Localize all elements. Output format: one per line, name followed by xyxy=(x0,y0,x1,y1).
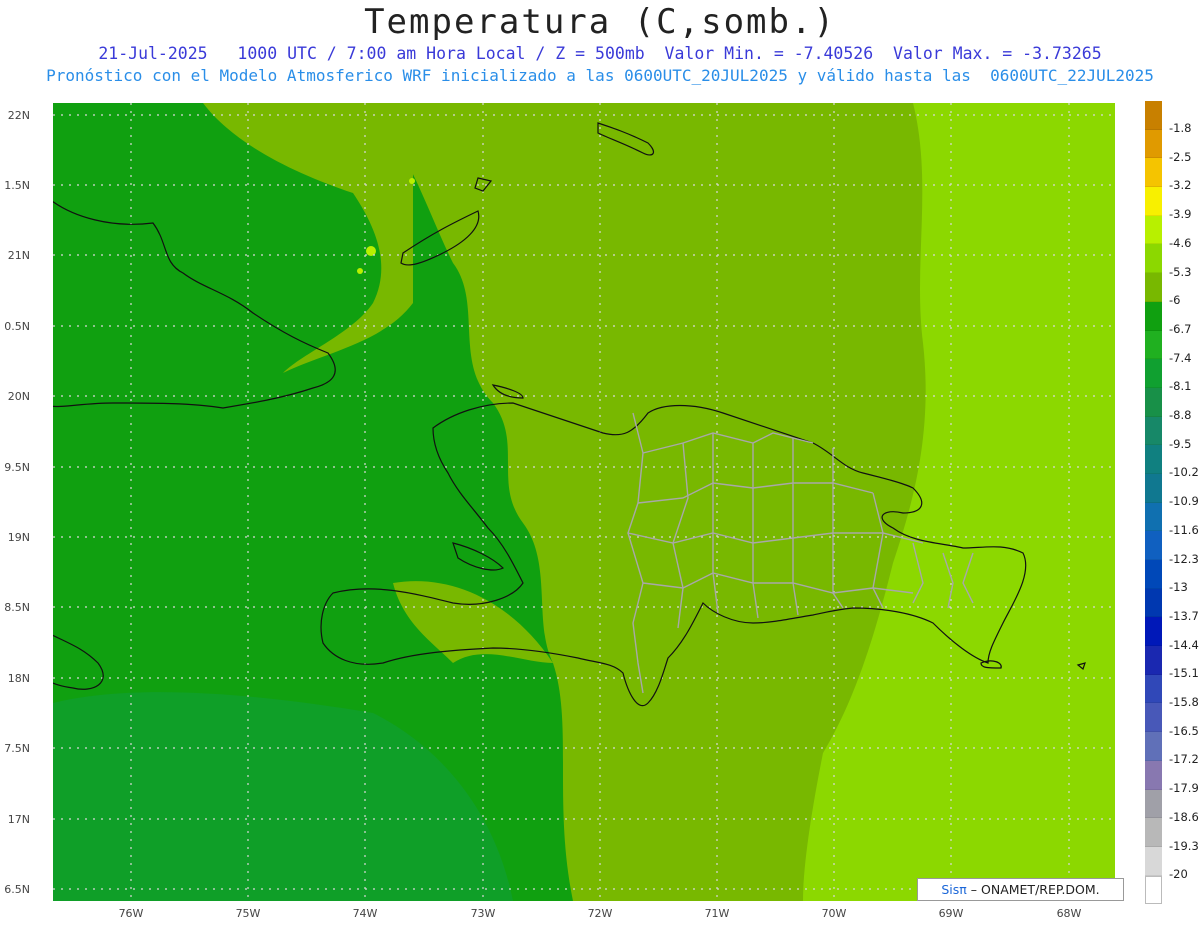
color-scale-swatch xyxy=(1145,818,1162,847)
color-scale-label: -13 xyxy=(1169,580,1188,595)
latitude-tick-label: 21N xyxy=(7,249,30,262)
map-title: Temperatura (C,somb.) xyxy=(364,2,836,42)
color-scale-label: -4.6 xyxy=(1169,235,1192,250)
color-scale-label: -9.5 xyxy=(1169,436,1192,451)
color-scale-label: -12.3 xyxy=(1169,551,1199,566)
model-info-line: Pronóstico con el Modelo Atmosferico WRF… xyxy=(46,66,1154,85)
map-canvas xyxy=(53,103,1115,901)
color-scale-swatch xyxy=(1145,101,1162,130)
color-scale-label: -17.2 xyxy=(1169,752,1199,767)
color-scale-swatch xyxy=(1145,416,1162,446)
warm-spot xyxy=(409,178,415,184)
color-scale-swatch xyxy=(1145,129,1162,159)
longitude-tick-label: 72W xyxy=(587,907,613,920)
color-scale-label: -7.4 xyxy=(1169,350,1192,365)
color-scale-swatch xyxy=(1145,359,1162,388)
color-scale-label: -10.9 xyxy=(1169,494,1199,509)
color-scale-label: -14.4 xyxy=(1169,637,1199,652)
credit-box: Sisπ – ONAMET/REP.DOM. xyxy=(917,878,1124,901)
color-scale-swatch xyxy=(1145,846,1162,876)
latitude-tick-label: 6.5N xyxy=(4,883,30,896)
color-scale-label: -1.8 xyxy=(1169,121,1192,135)
color-scale-swatch xyxy=(1145,531,1162,560)
longitude-tick-label: 70W xyxy=(821,907,847,920)
color-scale-label: -16.5 xyxy=(1169,723,1199,738)
color-scale-swatch xyxy=(1145,617,1162,647)
color-scale-swatch xyxy=(1145,387,1162,417)
forecast-info-line: 21-Jul-2025 1000 UTC / 7:00 am Hora Loca… xyxy=(98,44,1102,63)
color-scale-swatch xyxy=(1145,445,1162,474)
latitude-tick-label: 7.5N xyxy=(4,742,30,755)
color-scale-label: -8.8 xyxy=(1169,408,1192,422)
color-scale-swatch xyxy=(1145,215,1162,245)
color-scale-label: -15.1 xyxy=(1169,666,1199,681)
color-scale-swatch xyxy=(1145,301,1162,331)
color-scale-swatch xyxy=(1145,646,1162,675)
color-scale-label: -17.9 xyxy=(1169,781,1199,796)
color-scale-label: -20 xyxy=(1169,867,1188,882)
latitude-tick-label: 8.5N xyxy=(4,601,30,614)
longitude-tick-label: 76W xyxy=(118,907,144,920)
color-scale-label: -13.7 xyxy=(1169,608,1199,623)
longitude-tick-label: 73W xyxy=(470,907,496,920)
longitude-tick-label: 69W xyxy=(938,907,964,920)
latitude-tick-label: 9.5N xyxy=(4,461,30,474)
color-scale-swatch xyxy=(1145,273,1162,302)
longitude-tick-label: 68W xyxy=(1056,907,1082,920)
color-scale-swatch xyxy=(1145,473,1162,503)
color-scale-label: -2.5 xyxy=(1169,149,1192,164)
color-scale-swatch xyxy=(1145,875,1162,905)
color-scale-swatch xyxy=(1145,732,1162,761)
latitude-tick-label: 22N xyxy=(7,109,30,122)
latitude-tick-label: 18N xyxy=(7,672,30,685)
color-scale-label: -6 xyxy=(1169,293,1181,308)
color-scale-bar xyxy=(1145,101,1162,905)
color-scale-label: -8.1 xyxy=(1169,379,1192,394)
color-scale-swatch xyxy=(1145,703,1162,733)
latitude-tick-label: 17N xyxy=(7,813,30,826)
color-scale-swatch xyxy=(1145,560,1162,589)
color-scale-swatch xyxy=(1145,187,1162,216)
color-scale-swatch xyxy=(1145,789,1162,819)
color-scale-label: -3.9 xyxy=(1169,207,1192,222)
longitude-tick-label: 71W xyxy=(704,907,730,920)
sis-logo: Sisπ xyxy=(941,882,967,897)
latitude-tick-label: 20N xyxy=(7,390,30,403)
color-scale-swatch xyxy=(1145,674,1162,704)
latitude-tick-label: 19N xyxy=(7,531,30,544)
longitude-tick-label: 74W xyxy=(352,907,378,920)
color-scale-label: -10.2 xyxy=(1169,465,1199,480)
color-scale-swatch xyxy=(1145,760,1162,790)
color-scale-swatch xyxy=(1145,330,1162,360)
color-scale-label: -19.3 xyxy=(1169,838,1199,853)
color-scale-swatch xyxy=(1145,502,1162,532)
warm-spot xyxy=(357,268,363,274)
color-scale-swatch xyxy=(1145,158,1162,188)
color-scale-label: -11.6 xyxy=(1169,522,1199,537)
color-scale-label: -15.8 xyxy=(1169,695,1199,709)
latitude-tick-label: 0.5N xyxy=(4,320,30,333)
color-scale-label: -5.3 xyxy=(1169,264,1192,279)
color-scale-swatch xyxy=(1145,244,1162,274)
color-scale-swatch xyxy=(1145,588,1162,618)
color-scale-label: -6.7 xyxy=(1169,321,1192,336)
color-scale-label: -18.6 xyxy=(1169,809,1199,824)
color-scale-label: -3.2 xyxy=(1169,178,1192,193)
temperature-map xyxy=(53,103,1115,901)
credit-text: – ONAMET/REP.DOM. xyxy=(970,882,1100,897)
latitude-tick-label: 1.5N xyxy=(4,179,30,192)
longitude-tick-label: 75W xyxy=(235,907,261,920)
